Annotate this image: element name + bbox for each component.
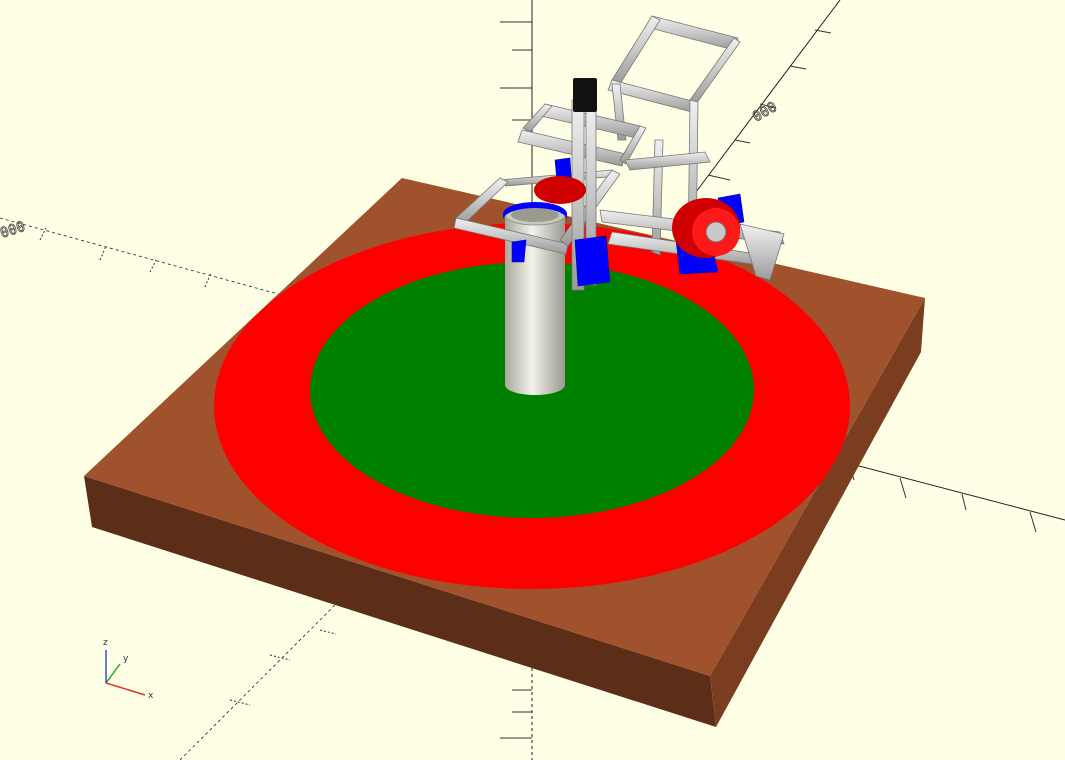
stepper-motor[interactable] xyxy=(573,78,597,112)
drive-wheel-left[interactable] xyxy=(534,176,586,204)
x-axis-letter: x xyxy=(148,691,154,701)
y-axis-letter: y xyxy=(123,654,129,664)
z-axis-letter: z xyxy=(103,638,108,648)
drive-wheel-right[interactable] xyxy=(672,198,740,258)
3d-viewport[interactable]: 000 000 z y x xyxy=(0,0,1065,760)
